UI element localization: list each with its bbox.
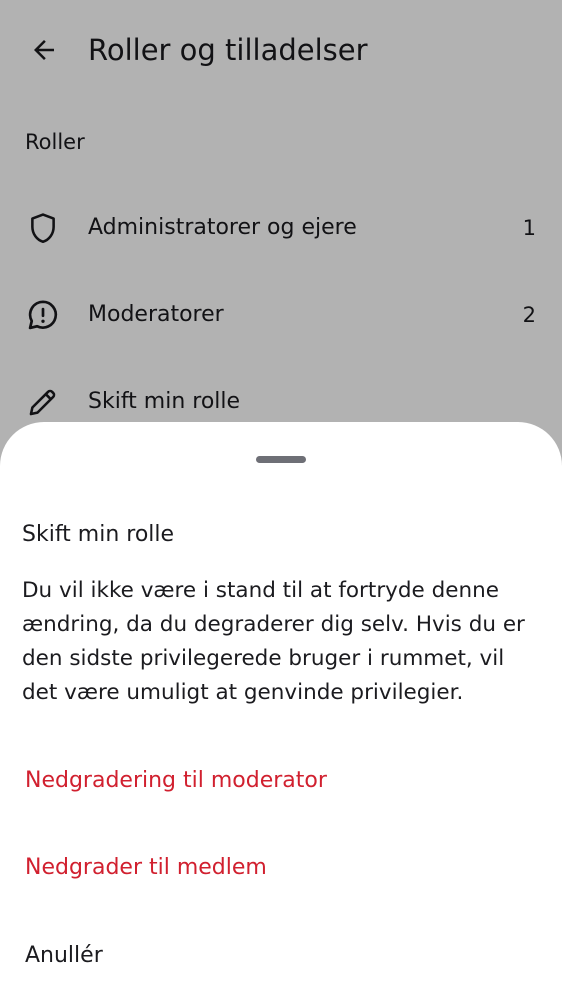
demote-to-moderator-button[interactable]: Nedgradering til moderator xyxy=(0,746,562,816)
demote-to-member-button[interactable]: Nedgrader til medlem xyxy=(0,833,562,903)
bottom-sheet: Skift min rolle Du vil ikke være i stand… xyxy=(0,422,562,1000)
action-label: Nedgradering til moderator xyxy=(25,768,327,793)
drag-handle[interactable] xyxy=(256,456,306,463)
sheet-message: Du vil ikke være i stand til at fortryde… xyxy=(22,578,525,705)
cancel-button[interactable]: Anullér xyxy=(0,921,562,991)
screen: Roller og tilladelser Roller Administrat… xyxy=(0,0,562,1000)
action-label: Nedgrader til medlem xyxy=(25,855,267,880)
sheet-title: Skift min rolle xyxy=(22,522,175,547)
action-label: Anullér xyxy=(25,943,103,968)
